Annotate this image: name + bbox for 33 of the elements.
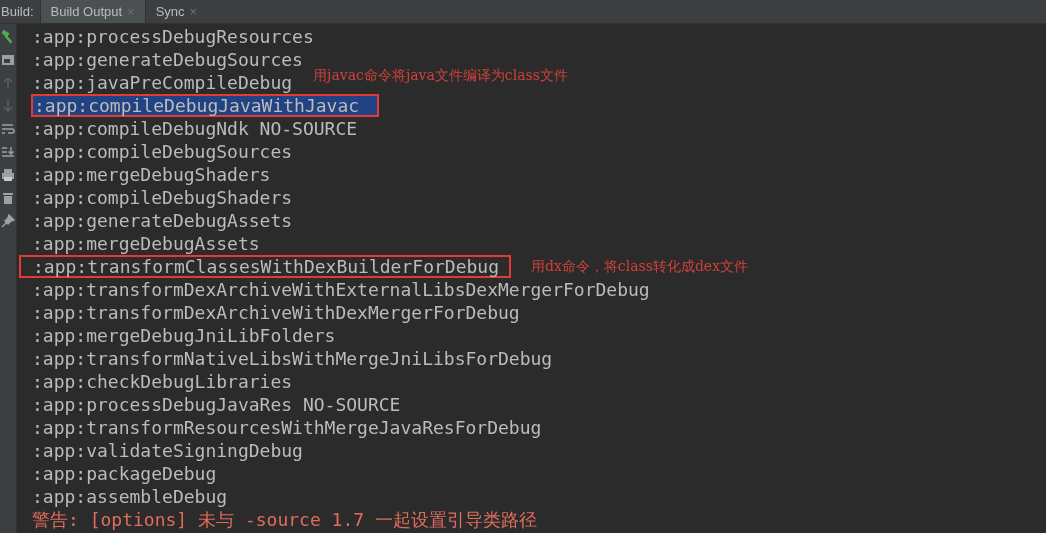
scroll-end-icon[interactable] <box>1 145 15 159</box>
log-line: :app:processDebugJavaRes NO-SOURCE <box>31 394 402 415</box>
log-line: 警告: [options] 未与 -source 1.7 一起设置引导类路径 <box>31 507 538 532</box>
close-icon[interactable]: × <box>189 4 198 19</box>
print-icon[interactable] <box>1 168 15 182</box>
annotation-note: 用dx命令，将class转化成dex文件 <box>531 257 749 276</box>
tab[interactable]: Sync × <box>144 0 208 23</box>
log-line: :app:mergeDebugJniLibFolders <box>31 325 337 346</box>
log-line: :app:transformDexArchiveWithExternalLibsDexMergerForDebug <box>31 279 651 300</box>
log-line: :app:generateDebugAssets <box>31 210 294 231</box>
log-line: :app:transformDexArchiveWithDexMergerForDebug <box>31 302 521 323</box>
log-line: :app:javaPreCompileDebug <box>31 72 294 93</box>
hammer-icon[interactable] <box>1 30 15 44</box>
pin-icon[interactable] <box>1 214 15 228</box>
log-line: :app:generateDebugSources <box>31 49 304 70</box>
log-line: :app:mergeDebugAssets <box>31 233 261 254</box>
log-line: :app:checkDebugLibraries <box>31 371 294 392</box>
build-label: Build: <box>0 4 35 19</box>
wrap-icon[interactable] <box>1 122 15 136</box>
log-line: :app:mergeDebugShaders <box>31 164 272 185</box>
trash-icon[interactable] <box>1 191 15 205</box>
annotation-note: 用javac命令将java文件编译为class文件 <box>313 66 568 85</box>
layout-icon[interactable] <box>1 53 15 67</box>
log-line: :app:compileDebugShaders <box>31 187 294 208</box>
log-line: :app:validateSigningDebug <box>31 440 304 461</box>
tab[interactable]: Build Output × <box>39 0 145 23</box>
log-line: :app:packageDebug <box>31 463 218 484</box>
log-line: :app:transformNativeLibsWithMergeJniLibsForDebug <box>31 348 554 369</box>
log-line: :app:assembleDebug <box>31 486 229 507</box>
log-line: :app:processDebugResources <box>31 26 315 47</box>
log-line: :app:transformResourcesWithMergeJavaResForDebug <box>31 417 543 438</box>
log-line: :app:compileDebugSources <box>31 141 294 162</box>
log-line: :app:compileDebugNdk NO-SOURCE <box>31 118 359 139</box>
